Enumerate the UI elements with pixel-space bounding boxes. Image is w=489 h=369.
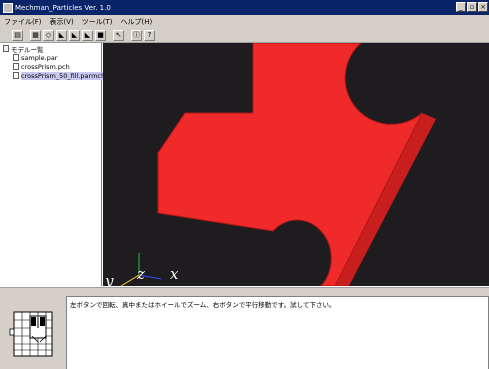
tree-root-label: モデル一覧 (11, 45, 44, 54)
file-icon (13, 63, 19, 70)
grid-icon[interactable]: ▦ (30, 29, 41, 41)
app-icon (3, 2, 13, 13)
tree-item-label: crossPrism.pch (21, 62, 70, 71)
tree-item-sample[interactable]: sample.par (13, 53, 101, 62)
file-icon (13, 72, 19, 79)
view-top-icon[interactable]: ◣ (82, 29, 93, 41)
view-front-icon[interactable]: ◣ (56, 29, 67, 41)
axis-x-label: x (170, 265, 179, 283)
status-message-text: 左ボタンで回転、真中またはホイールでズーム、右ボタンで平行移動です。試して下さい… (70, 301, 336, 309)
view-side-icon[interactable]: ◣ (69, 29, 80, 41)
tree-item-crossprism[interactable]: crossPrism.pch (13, 62, 101, 71)
toolbar: ▤ ▦ ◇ ◣ ◣ ◣ ■ ↖ ⓘ ? (0, 28, 489, 43)
menu-bar: ファイル(F) 表示(V) ツール(T) ヘルプ(H) (0, 15, 489, 28)
maximize-button[interactable]: ▫ (467, 2, 477, 12)
help-icon[interactable]: ? (144, 29, 155, 41)
menu-help[interactable]: ヘルプ(H) (121, 17, 153, 27)
folder-icon (3, 45, 9, 52)
info-icon[interactable]: ⓘ (131, 29, 142, 41)
select-icon[interactable]: ↖ (113, 29, 124, 41)
menu-tools[interactable]: ツール(T) (82, 17, 113, 27)
tree-item-label: crossPrism_50_fill.parmch (21, 71, 106, 80)
model-tree: モデル一覧 sample.par crossPrism.pch crossPri… (0, 43, 106, 286)
tree-item-label: sample.par (21, 53, 58, 62)
3d-viewport[interactable]: z x y (103, 43, 489, 286)
tree-item-crossprism-fill[interactable]: crossPrism_50_fill.parmch (13, 71, 106, 80)
open-folder-icon[interactable]: ▤ (12, 29, 23, 41)
minimize-button[interactable]: _ (456, 2, 466, 12)
axis-y-label: y (104, 272, 114, 286)
title-bar: Mechman_Particles Ver. 1.0 _ ▫ × (0, 0, 489, 15)
close-button[interactable]: × (478, 2, 488, 12)
fill-icon[interactable]: ■ (95, 29, 106, 41)
menu-file[interactable]: ファイル(F) (4, 17, 42, 27)
mouse-guide (6, 298, 64, 366)
window-title: Mechman_Particles Ver. 1.0 (15, 3, 111, 12)
tree-root[interactable]: モデル一覧 (3, 44, 101, 54)
menu-view[interactable]: 表示(V) (50, 17, 74, 27)
status-message: 左ボタンで回転、真中またはホイールでズーム、右ボタンで平行移動です。試して下さい… (66, 296, 489, 369)
shape-icon[interactable]: ◇ (43, 29, 54, 41)
bottom-panel: 左ボタンで回転、真中またはホイールでズーム、右ボタンで平行移動です。試して下さい… (0, 287, 489, 369)
axis-z-label: z (136, 265, 145, 283)
file-icon (13, 54, 19, 61)
